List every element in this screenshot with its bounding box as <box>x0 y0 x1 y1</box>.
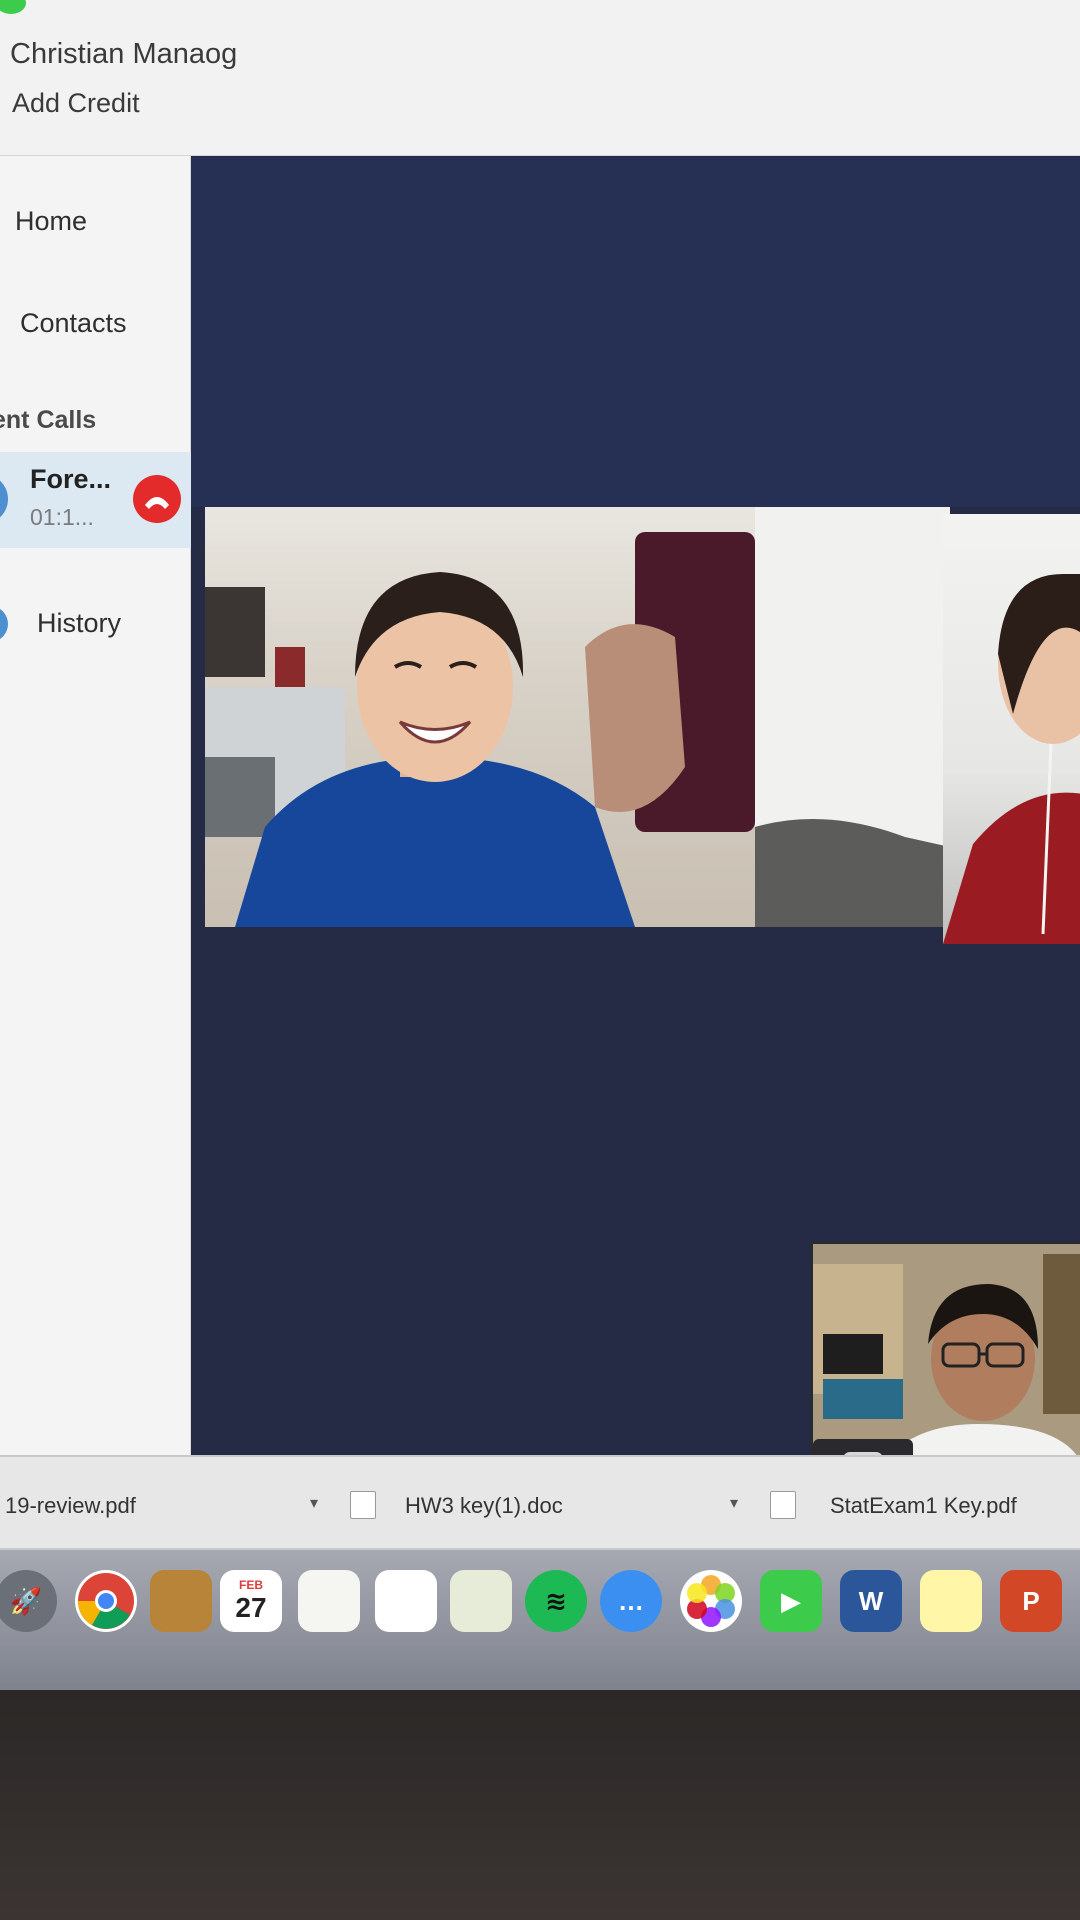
chevron-down-icon[interactable]: ▾ <box>310 1493 318 1513</box>
remote-participant-video-2 <box>943 514 1080 944</box>
calendar-icon[interactable]: FEB 27 <box>220 1570 282 1632</box>
download-file-name: StatExam1 Key.pdf <box>830 1493 1017 1518</box>
history-avatar <box>0 606 8 642</box>
phone-hangup-icon <box>145 497 169 509</box>
app-header: Christian Manaog Add Credit <box>0 0 1080 156</box>
call-contact-name: Fore... <box>30 464 112 494</box>
app-screen: Christian Manaog Add Credit Home Contact… <box>0 0 1080 1920</box>
calendar-month: FEB <box>239 1578 263 1592</box>
download-item[interactable]: StatExam1 Key.pdf <box>760 1475 1080 1535</box>
stickies-icon[interactable] <box>920 1570 982 1632</box>
word-icon[interactable]: W <box>840 1570 902 1632</box>
facetime-icon[interactable]: ▶ <box>760 1570 822 1632</box>
sidebar-item-home[interactable]: Home <box>15 206 87 237</box>
video-call-area <box>191 157 1080 1497</box>
reminders-icon[interactable] <box>375 1570 437 1632</box>
monitor-bezel <box>0 1690 1080 1920</box>
sidebar-item-contacts[interactable]: Contacts <box>20 308 127 339</box>
sidebar: Home Contacts ent Calls Fore... 01:1... … <box>0 156 196 1456</box>
download-file-name: 19-review.pdf <box>5 1493 136 1518</box>
maps-icon[interactable] <box>450 1570 512 1632</box>
hang-up-button[interactable] <box>133 475 181 523</box>
download-item[interactable]: 19-review.pdf ▾ <box>0 1475 330 1535</box>
chrome-icon[interactable] <box>75 1570 137 1632</box>
user-name[interactable]: Christian Manaog <box>10 38 237 71</box>
online-status-indicator <box>0 0 26 14</box>
photos-icon[interactable] <box>680 1570 742 1632</box>
calendar-day: 27 <box>235 1592 267 1623</box>
spotify-icon[interactable]: ≋ <box>525 1570 587 1632</box>
recent-calls-heading: ent Calls <box>0 406 97 434</box>
document-icon <box>350 1491 376 1519</box>
download-item[interactable]: HW3 key(1).doc ▾ <box>340 1475 740 1535</box>
download-file-name: HW3 key(1).doc <box>405 1493 563 1518</box>
contact-avatar <box>0 474 8 524</box>
document-icon <box>770 1491 796 1519</box>
powerpoint-icon[interactable]: P <box>1000 1570 1062 1632</box>
notes-pencil-icon[interactable] <box>298 1570 360 1632</box>
sidebar-item-history[interactable]: History <box>37 608 121 639</box>
dock: 🚀 FEB 27 ≋ … ▶ W P <box>0 1548 1080 1690</box>
remote-participant-video-1 <box>205 507 950 927</box>
contacts-book-icon[interactable] <box>150 1570 212 1632</box>
active-call-item[interactable]: Fore... 01:1... <box>0 452 196 548</box>
launchpad-icon[interactable]: 🚀 <box>0 1570 57 1632</box>
call-timer: 01:1... <box>30 504 94 530</box>
chevron-down-icon[interactable]: ▾ <box>730 1493 738 1513</box>
add-credit-link[interactable]: Add Credit <box>12 88 140 119</box>
video-background-band <box>191 157 1080 507</box>
messages-icon[interactable]: … <box>600 1570 662 1632</box>
